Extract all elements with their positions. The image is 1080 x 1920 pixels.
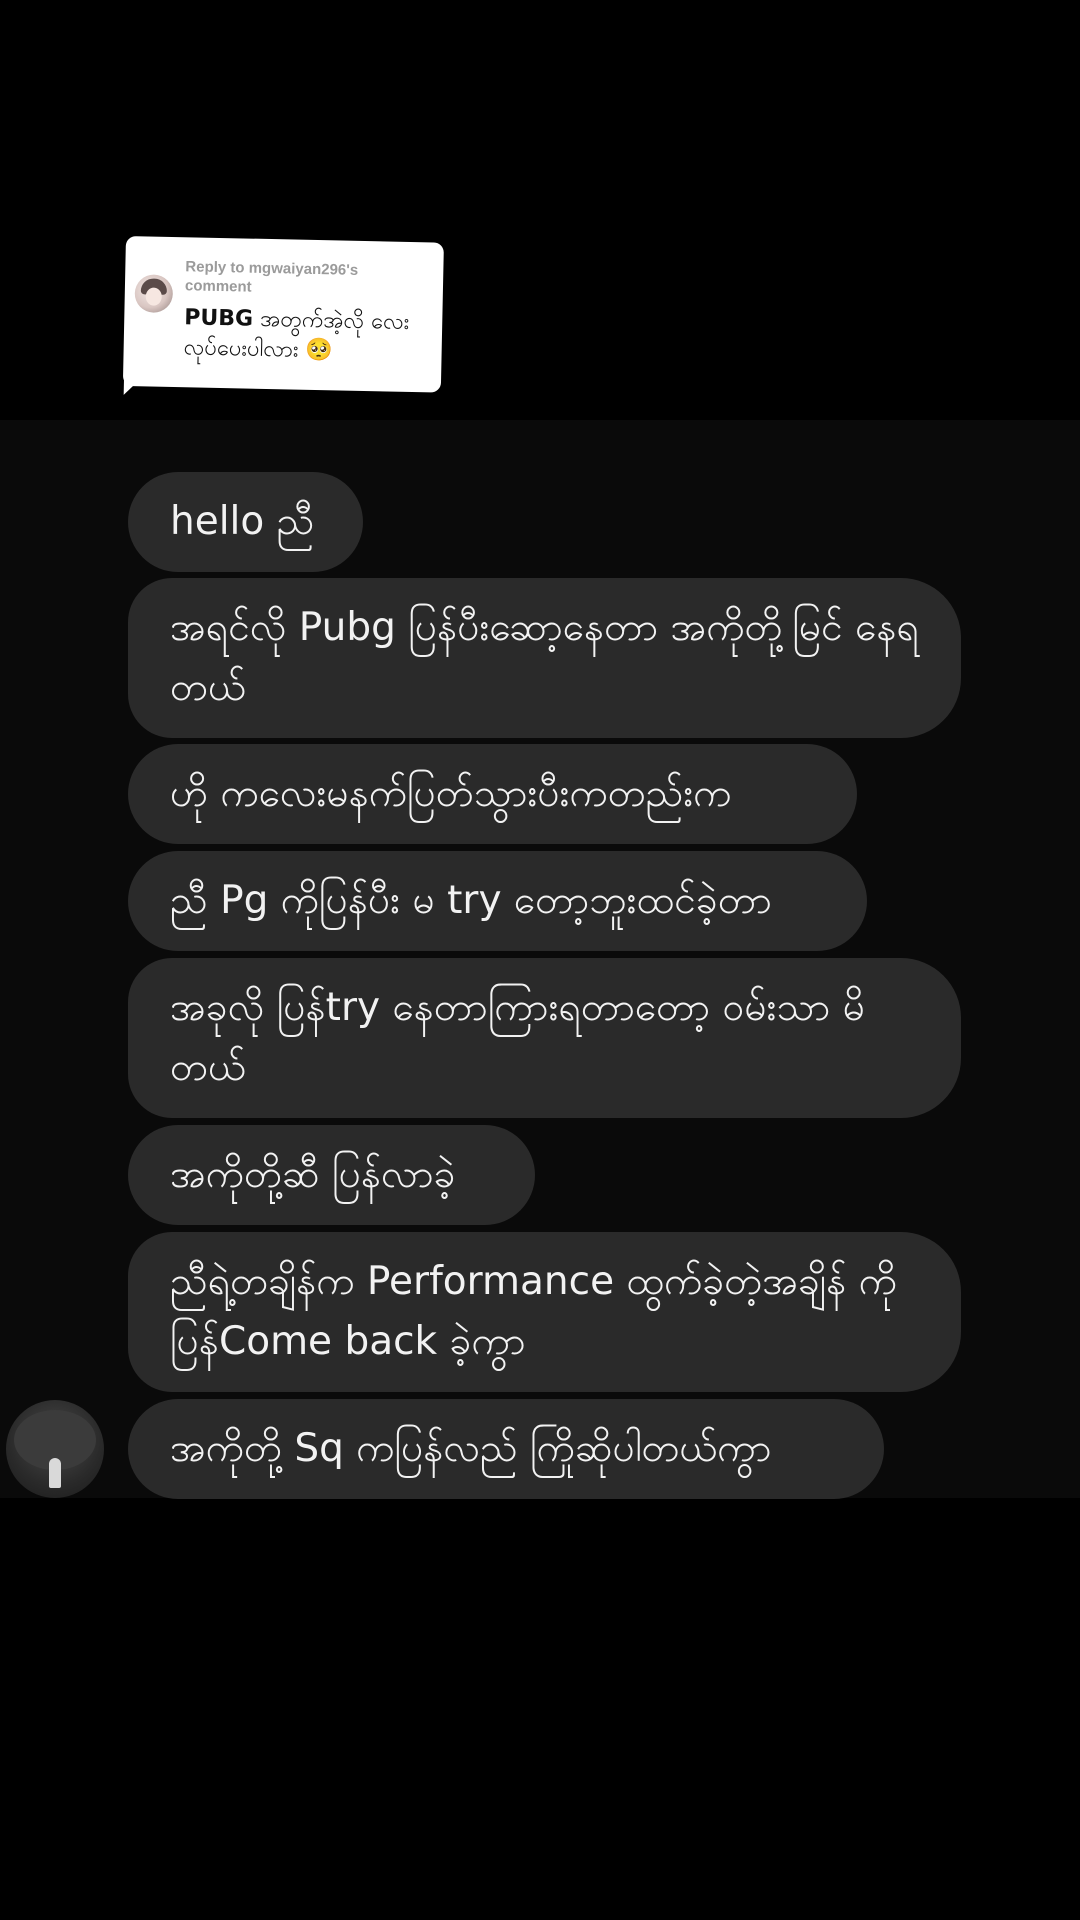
message-bubble-1: hello ညီ [128, 472, 363, 572]
message-bubble-8: အကိုတို့ Sq ကပြန်လည် ကြိုဆိုပါတယ်ကွာ [128, 1399, 884, 1499]
reply-to-label: Reply to mgwaiyan296's comment [184, 258, 359, 296]
message-bubble-5: အခုလို ပြန်try နေတာကြားရတာတော့ ဝမ်းသာ မိ… [128, 958, 961, 1118]
reply-comment-text: PUBG အတွက်အဲ့လို လေး လုပ်ပေးပါလား 🥺 [183, 303, 429, 368]
message-bubble-3: ဟို ကလေးမနက်ပြတ်သွားပီးကတည်းက [128, 744, 857, 844]
message-bubble-4: ညီ Pg ကိုပြန်ပီး မ try တော့ဘူးထင်ခဲ့တာ [128, 851, 867, 951]
sender-avatar[interactable] [6, 1400, 104, 1498]
reply-comment-bold: PUBG [184, 305, 254, 332]
message-bubble-6: အကိုတို့ဆီ ပြန်လာခဲ့ [128, 1125, 535, 1225]
message-bubble-2: အရင်လို Pubg ပြန်ပီးဆော့နေတာ အကိုတို့မြင… [128, 578, 961, 738]
reply-comment-sticker[interactable]: Reply to mgwaiyan296's comment PUBG အတွက… [122, 236, 444, 393]
commenter-avatar [134, 274, 174, 313]
message-bubble-7: ညီရဲ့တချိန်က Performance ထွက်ခဲ့တဲ့အချိန… [128, 1232, 961, 1392]
